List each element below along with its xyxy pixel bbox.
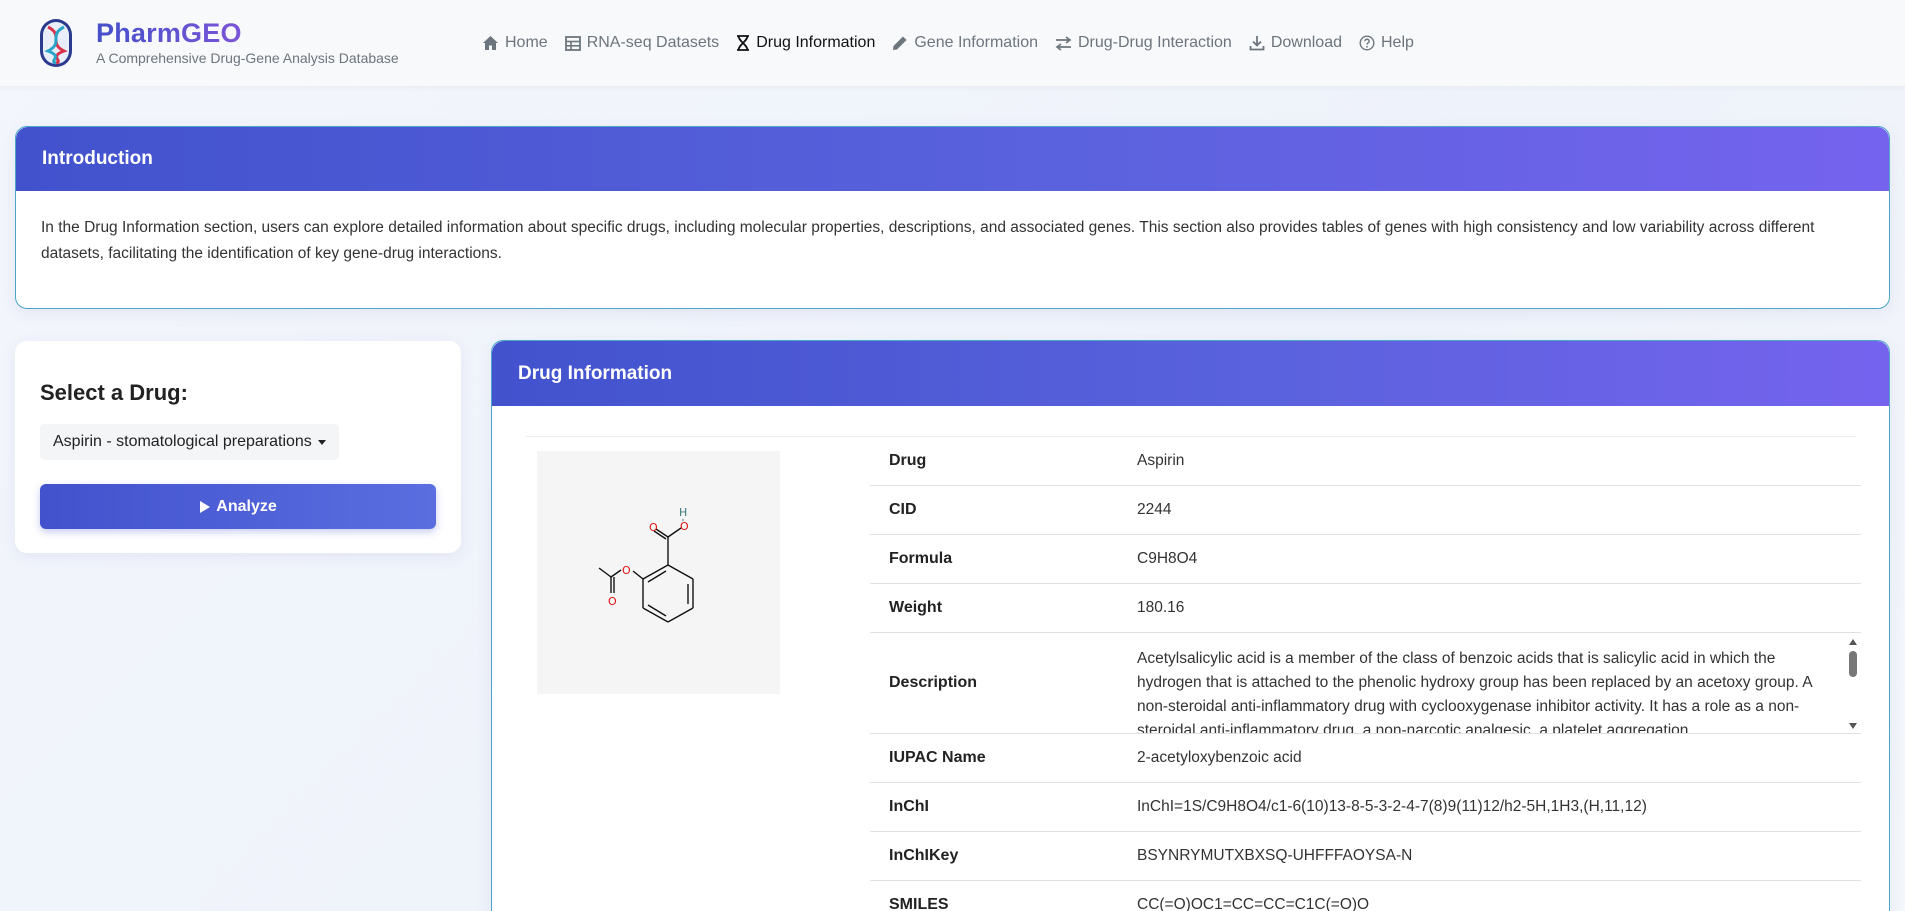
navbar: PharmGEO A Comprehensive Drug-Gene Analy… xyxy=(0,0,1905,86)
row-value: Aspirin xyxy=(1137,452,1185,469)
row-value: 180.16 xyxy=(1137,599,1185,616)
atom-label: O xyxy=(649,521,658,534)
caret-down-icon xyxy=(317,439,326,445)
row-value: InChI=1S/C9H8O4/c1-6(10)13-8-5-3-2-4-7(8… xyxy=(1137,798,1647,815)
main-nav: Home RNA-seq Datasets Drug Information G… xyxy=(482,31,1431,55)
nav-gene-information[interactable]: Gene Information xyxy=(892,31,1038,55)
description-scroll-area[interactable]: Acetylsalicylic acid is a member of the … xyxy=(1137,633,1861,733)
scroll-thumb[interactable] xyxy=(1849,651,1857,677)
drug-information-card: Drug Information O O H O O Drug Aspirin … xyxy=(491,340,1890,911)
row-value: Acetylsalicylic acid is a member of the … xyxy=(1137,650,1812,733)
row-value: CC(=O)OC1=CC=CC=C1C(=O)O xyxy=(1137,896,1370,911)
nav-download-label: Download xyxy=(1270,34,1342,51)
table-row: Drug Aspirin xyxy=(870,437,1861,486)
analyze-button-label: Analyze xyxy=(216,497,277,515)
row-label: IUPAC Name xyxy=(889,749,986,766)
nav-drug-drug-interaction[interactable]: Drug-Drug Interaction xyxy=(1055,31,1232,55)
help-circle-icon xyxy=(1359,35,1375,51)
description-scrollbar[interactable] xyxy=(1845,633,1861,733)
row-label: Formula xyxy=(889,550,953,567)
atom-label: O xyxy=(622,564,631,577)
row-label: CID xyxy=(889,501,917,518)
nav-help-label: Help xyxy=(1380,34,1414,51)
scroll-down-arrow-icon[interactable] xyxy=(1849,723,1857,729)
row-value: 2244 xyxy=(1137,501,1172,518)
row-value: BSYNRYMUTXBXSQ-UHFFFAOYSA-N xyxy=(1137,847,1413,864)
drug-selector-card: Select a Drug: Aspirin - stomatological … xyxy=(15,341,461,553)
nav-drug-information[interactable]: Drug Information xyxy=(736,31,875,55)
nav-drug-information-label: Drug Information xyxy=(756,34,876,51)
row-label: Description xyxy=(889,674,978,691)
arrows-exchange-icon xyxy=(1055,35,1072,51)
logo-icon[interactable] xyxy=(37,17,75,69)
nav-help[interactable]: Help xyxy=(1359,31,1414,55)
table-icon xyxy=(564,35,581,51)
row-value: C9H8O4 xyxy=(1137,550,1198,567)
drug-select-dropdown[interactable]: Aspirin - stomatological preparations xyxy=(40,424,339,460)
introduction-header: Introduction xyxy=(16,127,1889,191)
table-row: InChIKey BSYNRYMUTXBXSQ-UHFFFAOYSA-N xyxy=(870,832,1861,881)
brand-tagline: A Comprehensive Drug-Gene Analysis Datab… xyxy=(96,50,399,66)
drug-selector-title: Select a Drug: xyxy=(40,380,188,405)
nav-gene-information-label: Gene Information xyxy=(914,34,1038,51)
drug-properties-table: Drug Aspirin CID 2244 Formula C9H8O4 Wei… xyxy=(870,437,1861,911)
analyze-button[interactable]: Analyze xyxy=(40,484,436,529)
table-row: CID 2244 xyxy=(870,486,1861,535)
drug-select-value: Aspirin - stomatological preparations xyxy=(53,433,312,450)
atom-label: O xyxy=(680,520,689,533)
introduction-text: In the Drug Information section, users c… xyxy=(41,219,1815,262)
aspirin-structure-diagram: O O H O O xyxy=(598,506,694,623)
nav-home[interactable]: Home xyxy=(482,31,548,55)
row-label: InChI xyxy=(889,798,929,815)
table-row: IUPAC Name 2-acetyloxybenzoic acid xyxy=(870,734,1861,783)
molecule-structure-image: O O H O O xyxy=(537,451,780,694)
table-row: Formula C9H8O4 xyxy=(870,535,1861,584)
row-value: 2-acetyloxybenzoic acid xyxy=(1137,749,1302,766)
drug-information-title: Drug Information xyxy=(518,362,673,384)
nav-rna-seq-datasets[interactable]: RNA-seq Datasets xyxy=(564,31,720,55)
nav-home-label: Home xyxy=(505,34,548,51)
atom-label: O xyxy=(608,595,617,608)
brand-name[interactable]: PharmGEO xyxy=(96,18,242,49)
nav-drug-drug-interaction-label: Drug-Drug Interaction xyxy=(1077,34,1232,51)
table-row: Description Acetylsalicylic acid is a me… xyxy=(870,633,1861,734)
pen-icon xyxy=(893,36,907,50)
table-row: InChI InChI=1S/C9H8O4/c1-6(10)13-8-5-3-2… xyxy=(870,783,1861,832)
nav-download[interactable]: Download xyxy=(1249,31,1342,55)
introduction-card: Introduction In the Drug Information sec… xyxy=(15,126,1890,309)
nav-rna-seq-label: RNA-seq Datasets xyxy=(586,34,720,51)
table-row: Weight 180.16 xyxy=(870,584,1861,633)
row-label: Drug xyxy=(889,452,927,469)
play-icon xyxy=(200,500,211,513)
introduction-title: Introduction xyxy=(42,148,153,169)
row-label: InChIKey xyxy=(889,847,959,864)
drug-information-header: Drug Information xyxy=(492,341,1889,406)
table-row: SMILES CC(=O)OC1=CC=CC=C1C(=O)O xyxy=(870,881,1861,911)
hourglass-icon xyxy=(737,35,750,51)
row-label: Weight xyxy=(889,599,943,616)
download-icon xyxy=(1249,36,1265,51)
row-label: SMILES xyxy=(889,896,949,911)
atom-label: H xyxy=(679,506,687,519)
scroll-up-arrow-icon[interactable] xyxy=(1849,639,1857,645)
home-icon xyxy=(483,36,498,50)
